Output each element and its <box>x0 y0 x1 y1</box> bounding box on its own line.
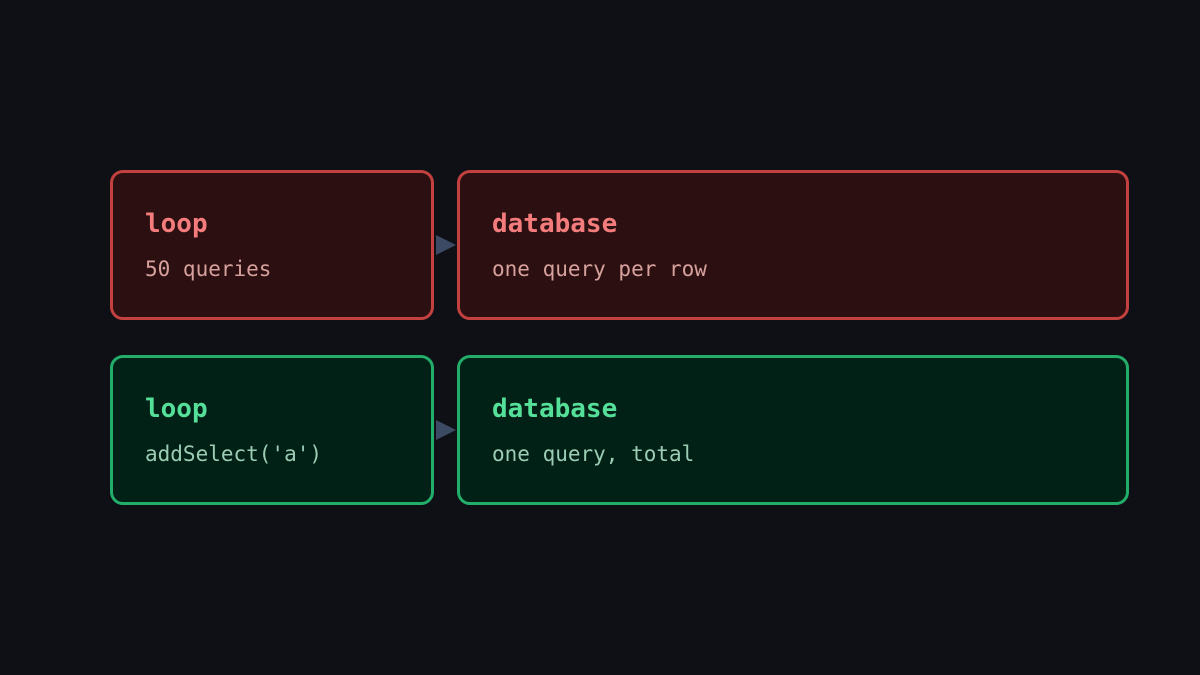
row-2-loop-box: loop addSelect('a') <box>110 355 434 505</box>
row-1-loop-title: loop <box>145 209 208 239</box>
row-2-loop-title: loop <box>145 394 208 424</box>
row-2-database-box: database one query, total <box>457 355 1129 505</box>
row-1-database-subtitle: one query per row <box>492 257 707 281</box>
row-1-database-box: database one query per row <box>457 170 1129 320</box>
row-2-database-title: database <box>492 394 618 424</box>
row-2-loop-subtitle: addSelect('a') <box>145 442 323 466</box>
row-1-database-title: database <box>492 209 618 239</box>
row-2-database-subtitle: one query, total <box>492 442 695 466</box>
row-1-loop-subtitle: 50 queries <box>145 257 272 281</box>
row-1-loop-box: loop 50 queries <box>110 170 434 320</box>
